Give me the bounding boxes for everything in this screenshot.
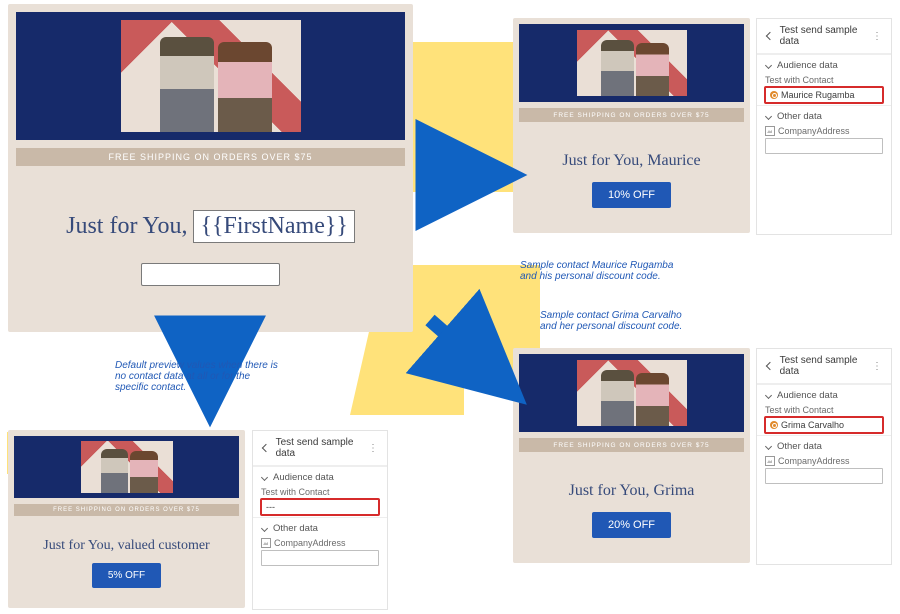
personalized-heading: Just for You, Grima [513,452,750,506]
heading-prefix: Just for You, [43,538,117,553]
company-field[interactable] [765,138,883,154]
example-card-grima: FREE SHIPPING ON ORDERS OVER $75 Just fo… [513,348,750,563]
shipping-bar: FREE SHIPPING ON ORDERS OVER $75 [16,148,405,166]
chevron-down-icon[interactable] [765,62,773,70]
field-icon [261,538,271,548]
caption-grima: Sample contact Grima Carvalho and her pe… [540,310,682,332]
section-other: Other data [777,111,822,122]
discount-row: {{Discount}}% OFF [8,253,413,286]
chevron-down-icon[interactable] [261,474,269,482]
field-label-contact: Test with Contact [261,487,379,497]
more-icon[interactable]: ⋮ [872,31,883,42]
contact-field[interactable]: Grima Carvalho [765,417,883,433]
section-audience: Audience data [273,472,334,483]
hero-photo [81,441,173,493]
diagram-stage: FREE SHIPPING ON ORDERS OVER $75 Just fo… [0,0,900,614]
chevron-down-icon[interactable] [765,113,773,121]
chevron-down-icon[interactable] [765,392,773,400]
discount-badge[interactable]: 20% OFF [592,512,671,538]
discount-badge[interactable]: 5% OFF [92,563,161,588]
field-label-company: CompanyAddress [778,126,850,136]
caption-default: Default preview values when there is no … [115,360,278,393]
section-audience: Audience data [777,60,838,71]
company-field[interactable] [765,468,883,484]
field-label-company: CompanyAddress [274,538,346,548]
shipping-bar: FREE SHIPPING ON ORDERS OVER $75 [519,108,744,122]
personalized-heading: Just for You, Maurice [513,122,750,176]
chevron-down-icon[interactable] [765,443,773,451]
discount-badge[interactable]: 10% OFF [592,182,671,208]
heading-name: valued customer [118,538,210,553]
contact-value: Maurice Rugamba [781,90,855,100]
example-card-maurice: FREE SHIPPING ON ORDERS OVER $75 Just fo… [513,18,750,233]
shipping-bar: FREE SHIPPING ON ORDERS OVER $75 [519,438,744,452]
panel-title: Test send sample data [276,437,362,459]
caption-maurice: Sample contact Maurice Rugamba and his p… [520,260,673,282]
back-icon[interactable] [765,361,774,371]
chevron-down-icon[interactable] [261,525,269,533]
field-label-contact: Test with Contact [765,405,883,415]
contact-value: --- [266,502,275,512]
contact-field[interactable]: --- [261,499,379,515]
hero-banner [519,24,744,102]
section-other: Other data [777,441,822,452]
sample-data-panel-grima: Test send sample data ⋮ Audience data Te… [756,348,892,565]
field-icon [765,126,775,136]
panel-title: Test send sample data [780,25,866,47]
contact-value: Grima Carvalho [781,420,844,430]
back-icon[interactable] [261,443,270,453]
personalized-heading: Just for You, {{FirstName}} [8,184,413,253]
hero-banner [519,354,744,432]
more-icon[interactable]: ⋮ [872,361,883,372]
template-email-card: FREE SHIPPING ON ORDERS OVER $75 Just fo… [8,4,413,332]
panel-title: Test send sample data [780,355,866,377]
contact-icon [770,91,778,99]
heading-prefix: Just for You, [66,213,187,240]
personalized-heading: Just for You, valued customer [8,516,245,558]
company-field[interactable] [261,550,379,566]
sample-data-panel-maurice: Test send sample data ⋮ Audience data Te… [756,18,892,235]
heading-prefix: Just for You, [562,152,647,169]
hero-banner [16,12,405,140]
heading-prefix: Just for You, [569,482,654,499]
section-audience: Audience data [777,390,838,401]
discount-token-badge[interactable]: {{Discount}}% OFF [141,263,281,286]
hero-photo [577,360,687,426]
field-icon [765,456,775,466]
back-icon[interactable] [765,31,774,41]
firstname-token[interactable]: {{FirstName}} [193,210,354,243]
heading-name: Grima [654,482,695,499]
hero-photo [121,20,301,132]
heading-name: Maurice [647,152,700,169]
shipping-bar: FREE SHIPPING ON ORDERS OVER $75 [14,504,239,516]
field-label-company: CompanyAddress [778,456,850,466]
field-label-contact: Test with Contact [765,75,883,85]
more-icon[interactable]: ⋮ [368,443,379,454]
hero-banner [14,436,239,498]
contact-icon [770,421,778,429]
section-other: Other data [273,523,318,534]
example-card-default: FREE SHIPPING ON ORDERS OVER $75 Just fo… [8,430,245,608]
contact-field[interactable]: Maurice Rugamba [765,87,883,103]
hero-photo [577,30,687,96]
sample-data-panel-default: Test send sample data ⋮ Audience data Te… [252,430,388,610]
